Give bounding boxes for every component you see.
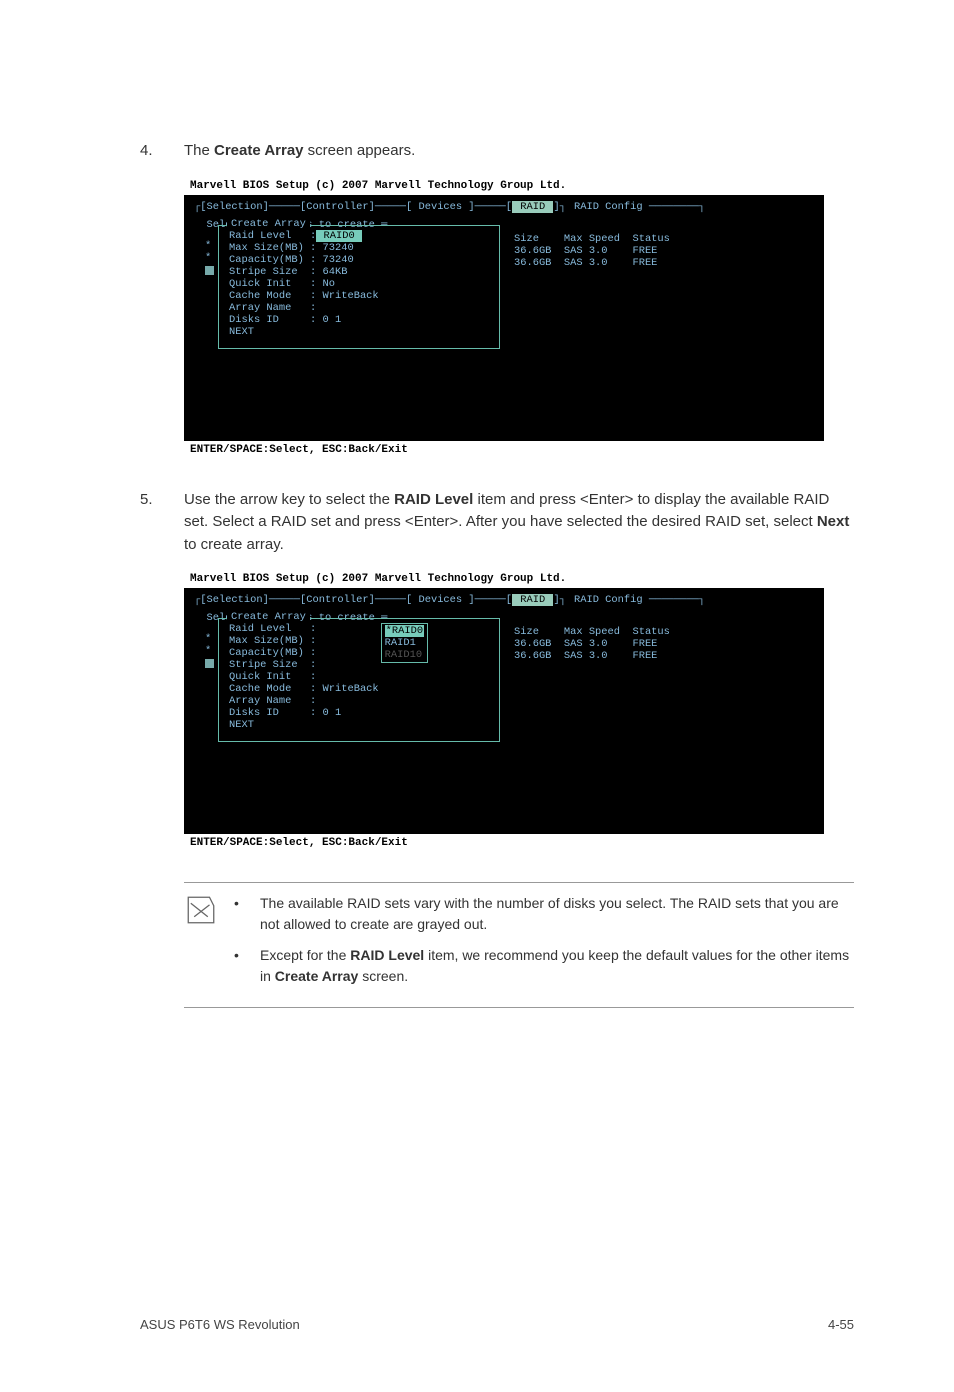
text: The xyxy=(184,142,214,159)
step-4-number: 4. xyxy=(140,140,184,163)
text: [Selection]─────[Controller]─────[ Devic… xyxy=(200,594,512,606)
capacity-row: Capacity(MB) : xyxy=(229,647,379,659)
scroll-indicator xyxy=(205,266,214,275)
quick-init-row: Quick Init : xyxy=(229,671,379,683)
disk-table: Size Max Speed Status 36.6GB SAS 3.0 FRE… xyxy=(514,626,814,742)
star-markers: ** xyxy=(205,240,211,264)
panel-title: Create Array xyxy=(227,218,310,230)
cache-mode-row: Cache Mode : WriteBack xyxy=(229,290,489,302)
text: [Selection]─────[Controller]─────[ Devic… xyxy=(200,201,512,213)
bios-body: ┌[Selection]─────[Controller]─────[ Devi… xyxy=(184,588,824,834)
note-text: The available RAID sets vary with the nu… xyxy=(260,893,854,935)
star-markers: ** xyxy=(205,633,211,657)
max-size-row: Max Size(MB) : 73240 xyxy=(229,242,489,254)
text: Except for the xyxy=(260,947,350,963)
footer-right: 4-55 xyxy=(828,1317,854,1332)
panels: Create Array ** Raid Level : Max Size(MB… xyxy=(194,626,814,742)
create-array-panel: Create Array ** Raid Level : Max Size(MB… xyxy=(218,618,500,742)
text: to create array. xyxy=(184,536,284,553)
page: 4. The Create Array screen appears. Marv… xyxy=(0,0,954,1380)
bios-title: Marvell BIOS Setup (c) 2007 Marvell Tech… xyxy=(184,570,824,588)
create-array-panel: Create Array ** Raid Level : RAID0 Max S… xyxy=(218,225,500,349)
next-row: NEXT xyxy=(229,719,379,731)
raid-level-row: Raid Level : RAID0 xyxy=(229,230,489,242)
label: Raid Level : xyxy=(229,230,316,242)
text: ] xyxy=(553,594,559,606)
footer-left: ASUS P6T6 WS Revolution xyxy=(140,1317,300,1332)
panel-title: Create Array xyxy=(227,611,310,623)
option-raid0: *RAID0 xyxy=(385,625,424,637)
raid-config-label: RAID Config ────────┐ xyxy=(574,201,814,213)
note-text: Except for the RAID Level item, we recom… xyxy=(260,945,854,987)
table-row: 36.6GB SAS 3.0 FREE xyxy=(514,650,814,662)
step-5-text: Use the arrow key to select the RAID Lev… xyxy=(184,489,854,557)
page-footer: ASUS P6T6 WS Revolution 4-55 xyxy=(140,1316,854,1332)
capacity-row: Capacity(MB) : 73240 xyxy=(229,254,489,266)
option-raid10: RAID10 xyxy=(385,649,424,661)
table-row: 36.6GB SAS 3.0 FREE xyxy=(514,638,814,650)
next-row: NEXT xyxy=(229,326,489,338)
panels: Create Array ** Raid Level : RAID0 Max S… xyxy=(194,233,814,349)
text-bold: RAID Level xyxy=(394,491,473,508)
text-bold: Next xyxy=(817,513,850,530)
note-icon xyxy=(184,893,218,997)
raid-tab: RAID xyxy=(512,201,553,213)
bios-status-bar: ENTER/SPACE:Select, ESC:Back/Exit xyxy=(184,834,824,852)
table-header: Size Max Speed Status xyxy=(514,233,814,245)
stripe-row: Stripe Size : xyxy=(229,659,379,671)
text: screen. xyxy=(358,968,408,984)
note-items: • The available RAID sets vary with the … xyxy=(234,893,854,997)
note-item: • Except for the RAID Level item, we rec… xyxy=(234,945,854,987)
disks-id-row: Disks ID : 0 1 xyxy=(229,707,379,719)
text-bold: Create Array xyxy=(214,142,304,159)
table-header: Size Max Speed Status xyxy=(514,626,814,638)
bios-status-bar: ENTER/SPACE:Select, ESC:Back/Exit xyxy=(184,441,824,459)
step-4: 4. The Create Array screen appears. xyxy=(140,140,854,163)
note-item: • The available RAID sets vary with the … xyxy=(234,893,854,935)
disk-table: Size Max Speed Status 36.6GB SAS 3.0 FRE… xyxy=(514,233,814,349)
disks-id-row: Disks ID : 0 1 xyxy=(229,314,489,326)
raid-level-value: RAID0 xyxy=(316,230,362,242)
note-block: • The available RAID sets vary with the … xyxy=(184,882,854,1008)
scroll-indicator xyxy=(205,659,214,668)
text: ] xyxy=(553,201,559,213)
max-size-row: Max Size(MB) : xyxy=(229,635,379,647)
raid-level-row: Raid Level : xyxy=(229,623,379,635)
text: Use the arrow key to select the xyxy=(184,491,394,508)
step-5-number: 5. xyxy=(140,489,184,557)
raid-level-dropdown: *RAID0 RAID1 RAID10 xyxy=(381,623,428,663)
text: screen appears. xyxy=(304,142,416,159)
step-5: 5. Use the arrow key to select the RAID … xyxy=(140,489,854,557)
bullet-icon: • xyxy=(234,893,244,935)
array-name-row: Array Name : xyxy=(229,695,379,707)
bullet-icon: • xyxy=(234,945,244,987)
quick-init-row: Quick Init : No xyxy=(229,278,489,290)
bios-screenshot-2: Marvell BIOS Setup (c) 2007 Marvell Tech… xyxy=(184,570,824,852)
table-row: 36.6GB SAS 3.0 FREE xyxy=(514,257,814,269)
stripe-row: Stripe Size : 64KB xyxy=(229,266,489,278)
raid-config-label: RAID Config ────────┐ xyxy=(574,594,814,606)
text-bold: Create Array xyxy=(275,968,359,984)
text-bold: RAID Level xyxy=(350,947,424,963)
step-4-text: The Create Array screen appears. xyxy=(184,140,854,163)
bios-body: ┌[Selection]─────[Controller]─────[ Devi… xyxy=(184,195,824,441)
raid-tab: RAID xyxy=(512,594,553,606)
cache-mode-row: Cache Mode : WriteBack xyxy=(229,683,379,695)
array-name-row: Array Name : xyxy=(229,302,489,314)
table-row: 36.6GB SAS 3.0 FREE xyxy=(514,245,814,257)
option-raid1: RAID1 xyxy=(385,637,424,649)
bios-screenshot-1: Marvell BIOS Setup (c) 2007 Marvell Tech… xyxy=(184,177,824,459)
bios-title: Marvell BIOS Setup (c) 2007 Marvell Tech… xyxy=(184,177,824,195)
